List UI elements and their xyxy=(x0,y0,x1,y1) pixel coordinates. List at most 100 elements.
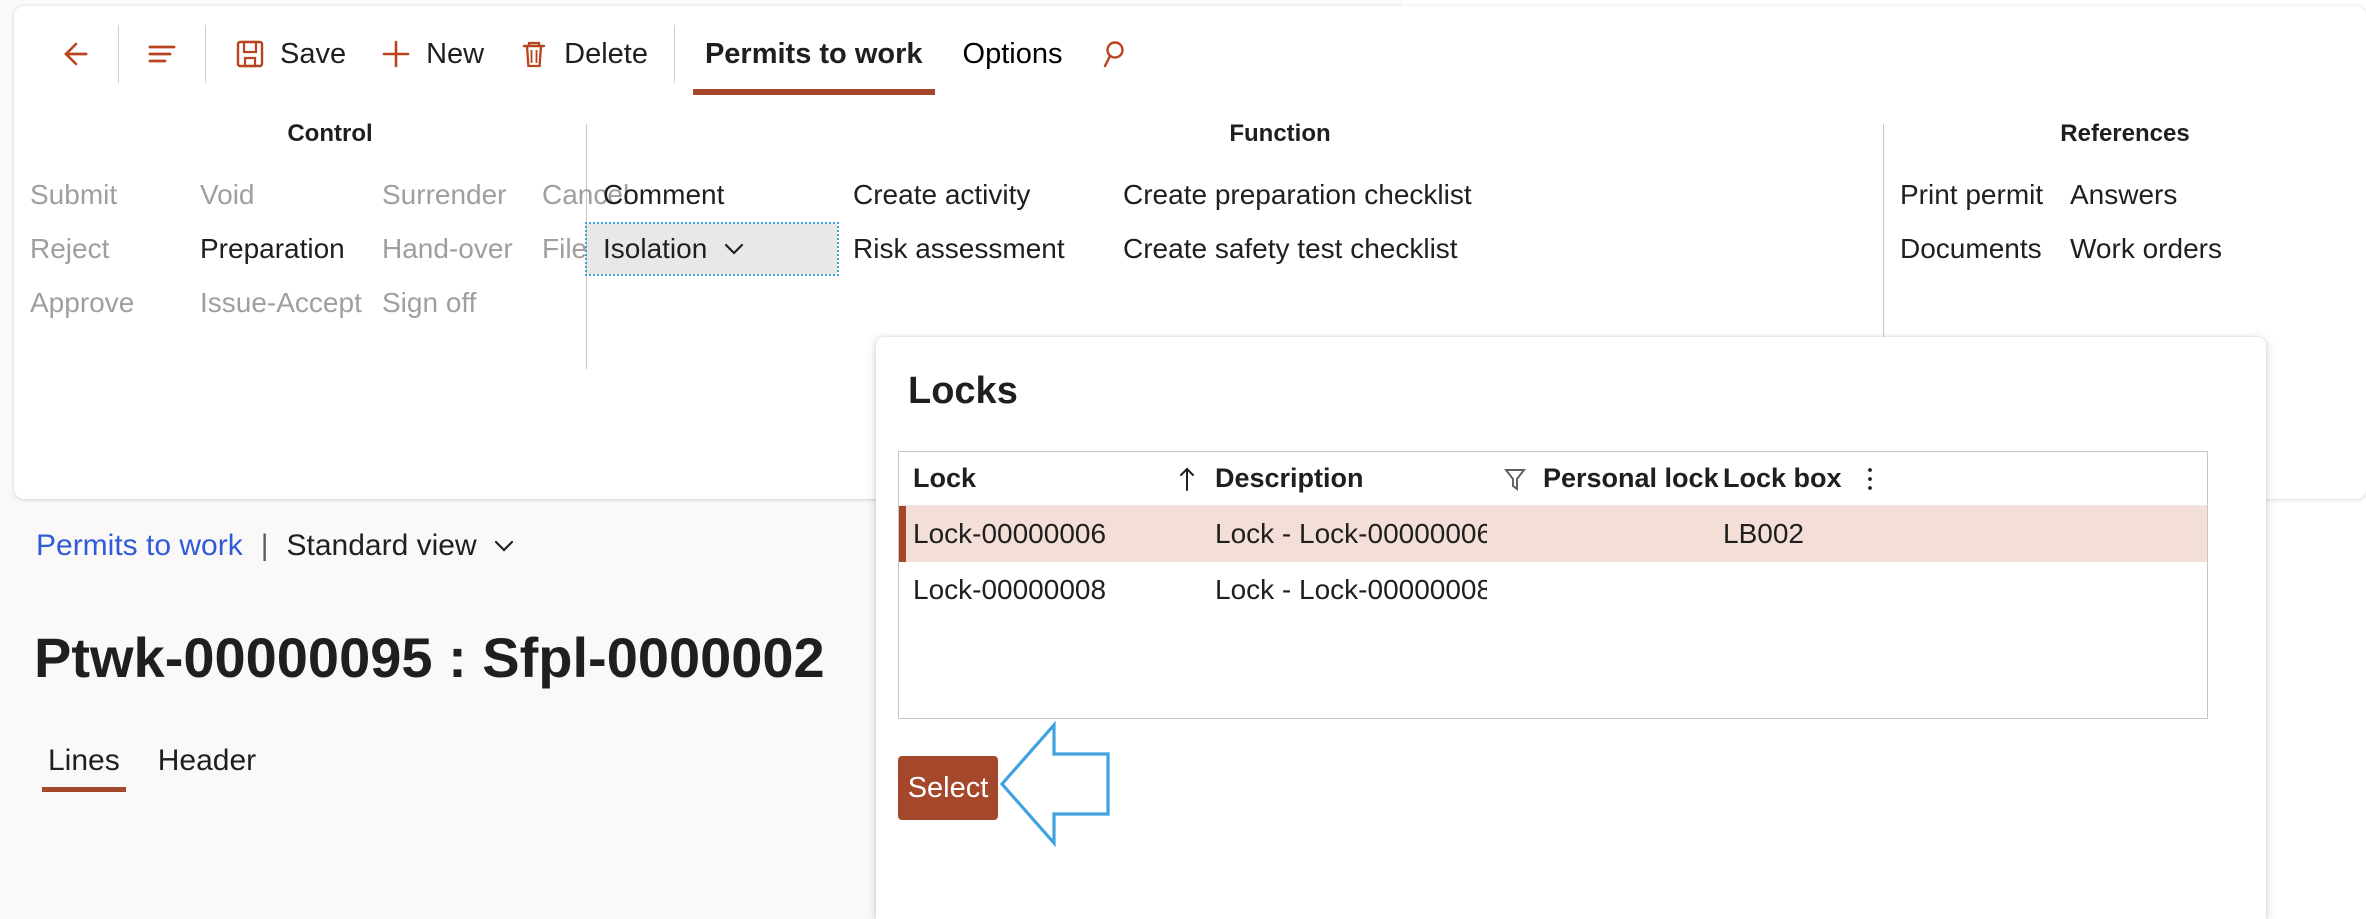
breadcrumb-link-permits-to-work[interactable]: Permits to work xyxy=(36,529,243,563)
control-command-grid: Submit Reject Approve Void Preparation I… xyxy=(14,170,629,332)
content-tab-lines[interactable]: Lines xyxy=(34,738,134,792)
command-issue-accept[interactable]: Issue-Accept xyxy=(184,278,366,328)
command-placeholder-3 xyxy=(1107,278,1883,328)
command-preparation-label: Preparation xyxy=(200,233,345,264)
column-header-lock-label: Lock xyxy=(913,463,977,493)
cell-lock: Lock-00000006 xyxy=(913,518,1107,549)
column-header-personal-lock[interactable]: Personal lock xyxy=(1543,463,1723,494)
command-sign-off[interactable]: Sign off xyxy=(366,278,526,328)
locks-dropdown-panel: Locks Lock Description Personal lock Loc… xyxy=(876,337,2266,919)
command-documents[interactable]: Documents xyxy=(1884,224,2054,274)
cell-lock-box: LB002 xyxy=(1723,518,1804,549)
tab-permits-to-work[interactable]: Permits to work xyxy=(685,25,943,95)
command-isolation-label: Isolation xyxy=(603,233,708,264)
new-label: New xyxy=(426,37,485,70)
command-risk-assessment[interactable]: Risk assessment xyxy=(837,224,1107,274)
show-hide-navigation-icon[interactable] xyxy=(129,25,195,83)
cell-description: Lock - Lock-00000006 xyxy=(1215,518,1487,549)
back-arrow-icon[interactable] xyxy=(40,25,108,83)
column-header-description[interactable]: Description xyxy=(1215,463,1487,494)
command-create-activity-label: Create activity xyxy=(853,179,1031,210)
command-preparation[interactable]: Preparation xyxy=(184,224,366,274)
group-title-function: Function xyxy=(1229,120,1331,147)
command-print-permit-label: Print permit xyxy=(1900,179,2044,210)
save-label: Save xyxy=(280,37,347,70)
content-tab-lines-label: Lines xyxy=(48,744,120,777)
command-placeholder-4 xyxy=(1884,278,2054,328)
command-approve-label: Approve xyxy=(30,287,135,318)
command-comment-label: Comment xyxy=(603,179,725,210)
column-header-personal-lock-label: Personal lock xyxy=(1543,463,1719,493)
command-issue-accept-label: Issue-Accept xyxy=(200,287,362,318)
command-void[interactable]: Void xyxy=(184,170,366,220)
view-selector[interactable]: Standard view xyxy=(287,529,517,563)
search-icon[interactable] xyxy=(1082,25,1150,83)
command-reject[interactable]: Reject xyxy=(14,224,184,274)
column-header-description-label: Description xyxy=(1215,463,1364,493)
more-vertical-dots-icon[interactable] xyxy=(1853,464,1887,494)
table-row[interactable]: Lock-00000006 Lock - Lock-00000006 LB002 xyxy=(899,506,2207,562)
command-hand-over-label: Hand-over xyxy=(382,233,513,264)
locks-panel-title: Locks xyxy=(908,370,1018,412)
command-print-permit[interactable]: Print permit xyxy=(1884,170,2054,220)
group-title-control: Control xyxy=(287,120,373,147)
command-placeholder-1 xyxy=(587,278,837,328)
view-selector-label: Standard view xyxy=(286,529,477,562)
command-reject-label: Reject xyxy=(30,233,110,264)
command-create-safety-test-checklist[interactable]: Create safety test checklist xyxy=(1107,224,1883,274)
command-hand-over[interactable]: Hand-over xyxy=(366,224,526,274)
command-approve[interactable]: Approve xyxy=(14,278,184,328)
chevron-down-icon xyxy=(725,243,744,255)
new-button[interactable]: New xyxy=(362,25,500,83)
column-header-lock-box-label: Lock box xyxy=(1723,463,1842,493)
function-command-grid: Comment Isolation Create activity Risk a… xyxy=(585,170,1883,332)
content-tab-header-label: Header xyxy=(157,744,257,777)
save-floppy-icon xyxy=(236,40,264,68)
toolbar-divider-3 xyxy=(673,25,675,83)
column-header-lock-box[interactable]: Lock box xyxy=(1723,463,1853,494)
tab-options-label: Options xyxy=(962,37,1063,70)
command-answers[interactable]: Answers xyxy=(2054,170,2366,220)
content-tab-header[interactable]: Header xyxy=(144,738,270,792)
table-row[interactable]: Lock-00000008 Lock - Lock-00000008 xyxy=(899,562,2207,618)
select-button[interactable]: Select xyxy=(898,756,998,820)
command-create-safety-test-checklist-label: Create safety test checklist xyxy=(1123,233,1458,264)
tab-options[interactable]: Options xyxy=(943,25,1083,83)
references-command-grid: Print permit Documents Answers Work orde… xyxy=(1884,170,2366,332)
action-bar: Save New Delete Permits to work Options xyxy=(14,6,2366,102)
left-pointing-arrow-annotation xyxy=(999,720,1110,848)
command-create-preparation-checklist-label: Create preparation checklist xyxy=(1123,179,1472,210)
command-file-label: File xyxy=(542,233,588,264)
toolbar-divider-2 xyxy=(205,25,206,83)
chevron-down-icon xyxy=(494,540,513,552)
delete-button[interactable]: Delete xyxy=(500,25,664,83)
command-surrender[interactable]: Surrender xyxy=(366,170,526,220)
command-create-preparation-checklist[interactable]: Create preparation checklist xyxy=(1107,170,1883,220)
save-button[interactable]: Save xyxy=(216,25,362,83)
command-answers-label: Answers xyxy=(2070,179,2178,210)
cell-lock: Lock-00000008 xyxy=(913,574,1107,605)
breadcrumb-separator: | xyxy=(260,529,269,562)
table-header-row: Lock Description Personal lock Lock box xyxy=(899,452,2207,506)
command-placeholder-5 xyxy=(2054,278,2366,328)
command-submit-label: Submit xyxy=(30,179,118,210)
command-create-activity[interactable]: Create activity xyxy=(837,170,1107,220)
delete-label: Delete xyxy=(564,37,648,70)
filter-funnel-icon[interactable] xyxy=(1487,465,1543,493)
command-sign-off-label: Sign off xyxy=(382,287,477,318)
toolbar-divider-1 xyxy=(118,25,119,83)
column-header-lock[interactable]: Lock xyxy=(913,463,1175,494)
command-risk-assessment-label: Risk assessment xyxy=(853,233,1065,264)
trash-icon xyxy=(522,41,546,68)
command-isolation-split-button[interactable]: Isolation xyxy=(585,222,839,276)
command-surrender-label: Surrender xyxy=(382,179,507,210)
command-placeholder-2 xyxy=(837,278,1107,328)
locks-table: Lock Description Personal lock Lock box … xyxy=(898,451,2208,719)
command-submit[interactable]: Submit xyxy=(14,170,184,220)
command-work-orders-label: Work orders xyxy=(2070,233,2222,264)
command-void-label: Void xyxy=(200,179,255,210)
ribbon-group-control: Control Submit Reject Approve Void Prepa… xyxy=(14,102,629,499)
command-work-orders[interactable]: Work orders xyxy=(2054,224,2366,274)
sort-ascending-arrow-icon[interactable] xyxy=(1175,464,1215,494)
command-comment[interactable]: Comment xyxy=(587,170,837,220)
